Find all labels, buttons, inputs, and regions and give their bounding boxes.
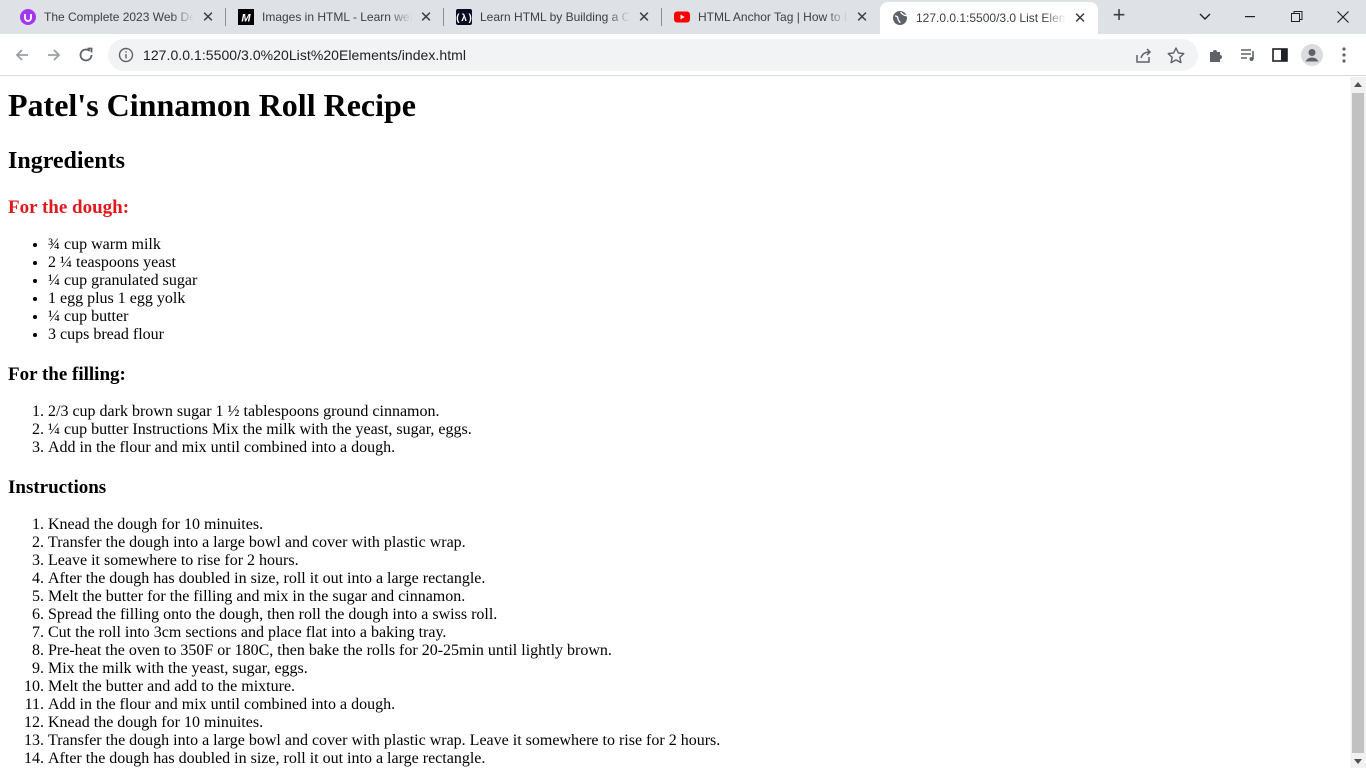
list-item: Spread the filling onto the dough, then … bbox=[48, 606, 1342, 624]
menu-button[interactable] bbox=[1333, 44, 1355, 66]
page-title: Patel's Cinnamon Roll Recipe bbox=[8, 87, 416, 123]
tab-youtube[interactable]: HTML Anchor Tag | How to Link ✕ bbox=[662, 0, 880, 34]
list-item: Add in the flour and mix until combined … bbox=[48, 696, 1342, 714]
new-tab-button[interactable]: + bbox=[1108, 4, 1130, 27]
list-item: Add in the flour and mix until combined … bbox=[48, 439, 1342, 457]
minimize-icon bbox=[1245, 16, 1255, 18]
arrow-right-icon bbox=[48, 49, 61, 61]
window-close-button[interactable] bbox=[1320, 0, 1366, 34]
freecodecamp-icon: (λ) bbox=[456, 9, 472, 25]
page-viewport: Patel's Cinnamon Roll Recipe Ingredients… bbox=[0, 77, 1350, 768]
tab-title: HTML Anchor Tag | How to Link bbox=[698, 10, 848, 24]
minimize-button[interactable] bbox=[1228, 0, 1274, 34]
triangle-down-icon bbox=[1354, 758, 1362, 764]
reload-icon bbox=[79, 47, 93, 62]
address-bar[interactable]: 127.0.0.1:5500/3.0%20List%20Elements/ind… bbox=[108, 39, 1198, 71]
filling-heading: For the filling: bbox=[8, 364, 126, 385]
filling-list: 2/3 cup dark brown sugar 1 ½ tablespoons… bbox=[8, 403, 1342, 457]
list-item: Melt the butter and add to the mixture. bbox=[48, 678, 1342, 696]
profile-button[interactable] bbox=[1301, 44, 1323, 66]
info-icon[interactable] bbox=[118, 47, 134, 63]
list-item: Cut the roll into 3cm sections and place… bbox=[48, 624, 1342, 642]
tab-title: Images in HTML - Learn web development bbox=[262, 10, 412, 24]
dough-heading: For the dough: bbox=[8, 197, 130, 218]
star-icon[interactable] bbox=[1166, 46, 1186, 66]
svg-text:M: M bbox=[241, 13, 251, 25]
globe-icon bbox=[892, 10, 908, 26]
tab-search-button[interactable] bbox=[1182, 0, 1228, 34]
instructions-list: Knead the dough for 10 minuites. Transfe… bbox=[8, 516, 1342, 768]
share-icon[interactable] bbox=[1134, 46, 1154, 66]
list-item: ¼ cup butter bbox=[48, 308, 1342, 326]
puzzle-icon bbox=[1210, 50, 1222, 62]
list-item: Leave it somewhere to rise for 2 hours. bbox=[48, 552, 1342, 570]
playlist-icon bbox=[1241, 49, 1254, 61]
udemy-icon bbox=[20, 9, 36, 25]
close-icon[interactable]: ✕ bbox=[1072, 10, 1088, 27]
media-control-button[interactable] bbox=[1237, 44, 1259, 66]
tab-active-list-elements[interactable]: 127.0.0.1:5500/3.0 List Elements/index.h… bbox=[880, 2, 1098, 34]
list-item: Pre-heat the oven to 350F or 180C, then … bbox=[48, 642, 1342, 660]
triangle-up-icon bbox=[1354, 81, 1362, 87]
tab-title: The Complete 2023 Web Development Bootca… bbox=[44, 10, 194, 24]
forward-button[interactable] bbox=[40, 41, 68, 69]
close-icon[interactable]: ✕ bbox=[200, 9, 216, 26]
list-item: ¼ cup butter Instructions Mix the milk w… bbox=[48, 421, 1342, 439]
close-icon bbox=[1337, 11, 1349, 23]
list-item: 2 ¼ teaspoons yeast bbox=[48, 254, 1342, 272]
tab-title: Learn HTML by Building a Cat Photo App bbox=[480, 10, 630, 24]
browser-toolbar: 127.0.0.1:5500/3.0%20List%20Elements/ind… bbox=[0, 34, 1366, 76]
side-panel-button[interactable] bbox=[1269, 44, 1291, 66]
list-item: Transfer the dough into a large bowl and… bbox=[48, 534, 1342, 552]
tab-mdn[interactable]: M Images in HTML - Learn web development… bbox=[226, 0, 444, 34]
close-icon[interactable]: ✕ bbox=[854, 9, 870, 26]
list-item: 2/3 cup dark brown sugar 1 ½ tablespoons… bbox=[48, 403, 1342, 421]
tab-udemy[interactable]: The Complete 2023 Web Development Bootca… bbox=[8, 0, 226, 34]
list-item: Melt the butter for the filling and mix … bbox=[48, 588, 1342, 606]
arrow-left-icon bbox=[15, 49, 28, 61]
scroll-up-button[interactable] bbox=[1350, 77, 1366, 91]
close-icon[interactable]: ✕ bbox=[418, 9, 434, 26]
list-item: ¾ cup warm milk bbox=[48, 236, 1342, 254]
instructions-heading: Instructions bbox=[8, 477, 107, 498]
tab-title: 127.0.0.1:5500/3.0 List Elements/index.h… bbox=[916, 11, 1066, 25]
ingredients-heading: Ingredients bbox=[8, 148, 125, 174]
avatar-icon bbox=[1301, 44, 1323, 66]
page-content: Patel's Cinnamon Roll Recipe Ingredients… bbox=[0, 86, 1350, 768]
scroll-down-button[interactable] bbox=[1350, 754, 1366, 768]
tab-freecodecamp[interactable]: (λ) Learn HTML by Building a Cat Photo A… bbox=[444, 0, 662, 34]
dough-list: ¾ cup warm milk 2 ¼ teaspoons yeast ¼ cu… bbox=[8, 236, 1342, 344]
list-item: Knead the dough for 10 minuites. bbox=[48, 714, 1342, 732]
mdn-icon: M bbox=[238, 9, 254, 25]
list-item: ¼ cup granulated sugar bbox=[48, 272, 1342, 290]
youtube-icon bbox=[674, 9, 690, 25]
side-panel-icon bbox=[1272, 48, 1288, 62]
extensions-button[interactable] bbox=[1205, 44, 1227, 66]
scrollbar-thumb[interactable] bbox=[1352, 93, 1364, 753]
url-text: 127.0.0.1:5500/3.0%20List%20Elements/ind… bbox=[143, 47, 467, 63]
list-item: Knead the dough for 10 minuites. bbox=[48, 516, 1342, 534]
reload-button[interactable] bbox=[72, 41, 100, 69]
more-vertical-icon bbox=[1342, 47, 1346, 63]
list-item: After the dough has doubled in size, rol… bbox=[48, 750, 1342, 768]
back-button[interactable] bbox=[8, 41, 36, 69]
restore-icon bbox=[1291, 11, 1303, 22]
list-item: Transfer the dough into a large bowl and… bbox=[48, 732, 1342, 750]
tab-strip: The Complete 2023 Web Development Bootca… bbox=[0, 0, 1366, 34]
list-item: After the dough has doubled in size, rol… bbox=[48, 570, 1342, 588]
restore-button[interactable] bbox=[1274, 0, 1320, 34]
list-item: 3 cups bread flour bbox=[48, 326, 1342, 344]
close-icon[interactable]: ✕ bbox=[636, 9, 652, 26]
vertical-scrollbar[interactable] bbox=[1350, 77, 1366, 768]
list-item: Mix the milk with the yeast, sugar, eggs… bbox=[48, 660, 1342, 678]
list-item: 1 egg plus 1 egg yolk bbox=[48, 290, 1342, 308]
chevron-down-icon bbox=[1199, 13, 1211, 20]
svg-text:(λ): (λ) bbox=[456, 13, 472, 25]
